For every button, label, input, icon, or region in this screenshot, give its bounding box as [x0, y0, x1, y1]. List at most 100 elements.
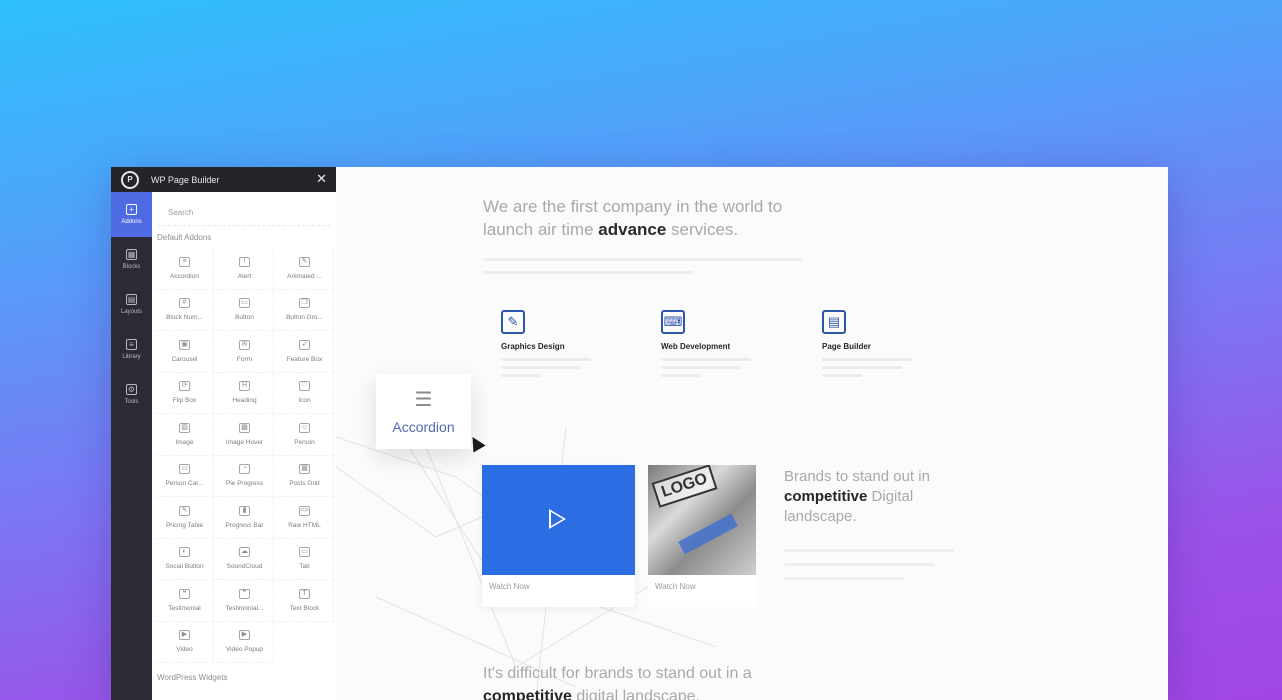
addon-label: Heading [232, 397, 257, 405]
heading-icon: H [239, 381, 250, 392]
close-icon[interactable]: ✕ [316, 171, 327, 187]
photo-logo-text: LOGO [651, 465, 718, 508]
search-input[interactable]: Search [158, 196, 330, 226]
feature-box-icon: ➶ [299, 339, 310, 350]
rail-item-label: Blocks [122, 264, 141, 270]
button-group-icon: ❐ [299, 298, 310, 309]
hero-heading: We are the first company in the world to… [483, 195, 782, 241]
placeholder-text-line [501, 358, 591, 361]
addon-item[interactable]: ❞ Testimonial... [216, 580, 274, 622]
accordion-icon: ☰ [414, 388, 433, 411]
dragging-addon-card[interactable]: ☰ Accordion [376, 374, 471, 449]
alert-icon: ! [239, 256, 250, 267]
addon-item[interactable]: T Text Block [276, 580, 334, 622]
addon-label: Animated ... [287, 272, 322, 280]
addon-item[interactable]: ◐ Social Button [156, 538, 214, 580]
carousel-icon: ▣ [179, 339, 190, 350]
addon-item[interactable]: ▨ Image [156, 414, 214, 456]
bottom-line-2-post: digital landscape. [571, 688, 701, 700]
addon-item[interactable]: ☁ SoundCloud [216, 538, 274, 580]
raw-html-icon: <> [299, 505, 310, 516]
addon-item[interactable]: ▦ Posts Grid [276, 455, 334, 497]
placeholder-text-line [784, 577, 904, 580]
addon-label: Block Num... [166, 314, 203, 322]
placeholder-text-line [784, 563, 934, 566]
addon-item[interactable]: ✎ Animated ... [276, 248, 334, 290]
addon-label: Flip Box [172, 397, 197, 405]
addon-label: Carousel [171, 355, 198, 363]
addon-label: Posts Grid [289, 480, 320, 488]
hero-line-2-pre: launch air time [483, 220, 599, 239]
addon-label: Pricing Table [165, 521, 204, 529]
addon-item[interactable]: ❐ Button Gro... [276, 289, 334, 331]
addon-item[interactable]: ❝ Testimonial [156, 580, 214, 622]
addon-label: Feature Box [286, 355, 323, 363]
addon-label: Accordion [170, 272, 199, 280]
brands-heading: Brands to stand out in competitive Digit… [784, 467, 930, 527]
addon-item[interactable]: ▭ Tab [276, 538, 334, 580]
photo-card-label: Watch Now [655, 582, 696, 591]
addon-grid: ≡ Accordion! Alert ✎ Animated ... # Block Num.… [156, 248, 334, 663]
addon-item[interactable]: H Heading [216, 372, 274, 414]
video-thumbnail[interactable] [482, 465, 635, 575]
photo-card[interactable]: LOGO Watch Now [648, 465, 756, 607]
hero-line-1: We are the first company in the world to [483, 197, 783, 216]
brands-line-2-post: Digital [867, 488, 914, 505]
pie-progress-icon: ◔ [239, 464, 250, 475]
social-button-icon: ◐ [179, 547, 190, 558]
rail-item-layouts[interactable]: ▤ Layouts [111, 282, 152, 327]
rail-item-blocks[interactable]: ▦ Blocks [111, 237, 152, 282]
addon-item[interactable]: ▭ Person Car... [156, 455, 214, 497]
addon-item[interactable]: ▭ Button [216, 289, 274, 331]
placeholder-text-line [661, 366, 741, 369]
addon-item[interactable]: ▮ Progress Bar [216, 497, 274, 539]
video-icon: ▶ [179, 630, 190, 641]
addon-label: Testimonial [168, 604, 201, 612]
rail-item-label: Library [122, 354, 141, 360]
brands-line-3: landscape. [784, 508, 857, 525]
addon-item[interactable]: ▣ Carousel [156, 331, 214, 373]
addon-item[interactable]: ▶ Video Popup [216, 621, 274, 663]
person-carousel-icon: ▭ [179, 464, 190, 475]
rail-item-addons[interactable]: + Addons [111, 192, 152, 237]
bottom-bold: competitive [483, 688, 572, 700]
addon-item[interactable]: <> Raw HTML [276, 497, 334, 539]
builder-title: WP Page Builder [151, 174, 220, 185]
addon-item[interactable]: ! Alert [216, 248, 274, 290]
addon-item[interactable]: # Block Num... [156, 289, 214, 331]
icon-icon: ♡ [299, 381, 310, 392]
addon-label: Alert [237, 272, 252, 280]
addon-item[interactable]: ≡ Accordion [156, 248, 214, 290]
animated-icon: ✎ [299, 256, 310, 267]
builder-panel: P WP Page Builder ✕ + Addons ▦ Blocks ▤ Layou… [111, 167, 336, 700]
play-icon[interactable] [549, 509, 566, 529]
brands-line-2: competitive Digital [784, 487, 930, 507]
addon-item[interactable]: ⟳ Flip Box [156, 372, 214, 414]
addon-item[interactable]: ✎ Pricing Table [156, 497, 214, 539]
brands-bold: competitive [784, 488, 868, 505]
builder-header: P WP Page Builder ✕ [111, 167, 336, 192]
placeholder-text-line [784, 549, 954, 552]
addon-item[interactable]: ♡ Icon [276, 372, 334, 414]
block-number-icon: # [179, 298, 190, 309]
addon-label: Pie Progress [225, 480, 264, 488]
tab-icon: ▭ [299, 547, 310, 558]
video-card[interactable]: Watch Now [482, 465, 635, 607]
addon-item[interactable]: ➶ Feature Box [276, 331, 334, 373]
addon-item[interactable]: ✉ Form [216, 331, 274, 373]
bottom-line-2: competitive digital landscape. [483, 685, 752, 700]
placeholder-text-line [483, 258, 803, 261]
placeholder-text-line [822, 374, 862, 377]
library-icon: ≡ [126, 339, 137, 350]
layouts-icon: ▤ [126, 294, 137, 305]
addon-item[interactable]: ▶ Video [156, 621, 214, 663]
addon-label: Person [294, 438, 315, 446]
web-development-icon: ⌨ [661, 310, 685, 334]
button-icon: ▭ [239, 298, 250, 309]
addon-item[interactable]: ☺ Person [276, 414, 334, 456]
addon-item[interactable]: ◔ Pie Progress [216, 455, 274, 497]
rail-item-library[interactable]: ≡ Library [111, 327, 152, 372]
rail-item-tools[interactable]: ⚙ Tools [111, 372, 152, 417]
posts-grid-icon: ▦ [299, 464, 310, 475]
addon-item[interactable]: ▩ Image Hover [216, 414, 274, 456]
